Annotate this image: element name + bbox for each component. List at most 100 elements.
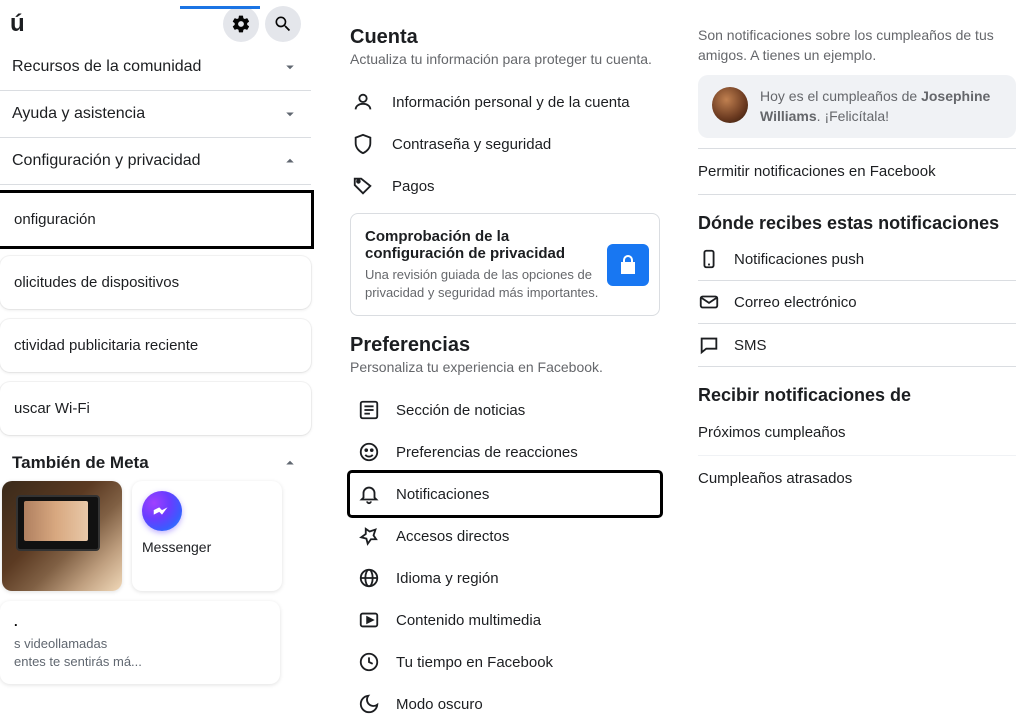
menu-label: Configuración y privacidad <box>12 152 201 170</box>
subitem-solicitudes-dispositivos[interactable]: olicitudes de dispositivos <box>0 256 311 309</box>
example-prefix: Hoy es el cumpleaños de <box>760 88 921 104</box>
promo-text: s videollamadas entes te sentirás má... <box>14 635 266 671</box>
page-title: ú <box>10 10 25 38</box>
privacy-check-card[interactable]: Comprobación de la configuración de priv… <box>350 213 660 316</box>
privacy-sub: Una revisión guiada de las opciones de p… <box>365 266 599 301</box>
account-heading: Cuenta <box>350 26 660 49</box>
menu-ayuda-asistencia[interactable]: Ayuda y asistencia <box>0 91 311 138</box>
card-label: uscar Wi-Fi <box>14 400 90 417</box>
channel-label: Notificaciones push <box>734 251 864 268</box>
row-modo-oscuro[interactable]: Modo oscuro <box>350 683 660 725</box>
section-label: También de Meta <box>12 453 149 473</box>
row-label: Modo oscuro <box>396 696 483 713</box>
pin-icon <box>358 525 380 547</box>
prefs-heading: Preferencias <box>350 334 660 357</box>
permit-notifications-row[interactable]: Permitir notificaciones en Facebook <box>698 148 1016 195</box>
row-pref-reacciones[interactable]: Preferencias de reacciones <box>350 431 660 473</box>
row-label: Notificaciones <box>396 486 489 503</box>
row-info-personal[interactable]: Información personal y de la cuenta <box>350 81 660 123</box>
left-header: ú <box>0 6 311 44</box>
receive-atrasados[interactable]: Cumpleaños atrasados <box>698 456 1016 501</box>
notif-description: Son notificaciones sobre los cumpleaños … <box>698 26 1016 65</box>
avatar <box>712 87 748 123</box>
row-idioma-region[interactable]: Idioma y región <box>350 557 660 599</box>
row-label: Accesos directos <box>396 528 509 545</box>
menu-recursos-comunidad[interactable]: Recursos de la comunidad <box>0 44 311 91</box>
menu-configuracion-privacidad[interactable]: Configuración y privacidad <box>0 138 311 185</box>
messenger-label: Messenger <box>142 539 211 555</box>
gear-icon <box>231 14 251 34</box>
row-label: Contenido multimedia <box>396 612 541 629</box>
right-panel: Son notificaciones sobre los cumpleaños … <box>680 0 1024 646</box>
sms-icon <box>698 334 720 356</box>
globe-icon <box>358 567 380 589</box>
subitem-buscar-wifi[interactable]: uscar Wi-Fi <box>0 382 311 435</box>
row-notificaciones[interactable]: Notificaciones <box>350 473 660 515</box>
row-tu-tiempo[interactable]: Tu tiempo en Facebook <box>350 641 660 683</box>
channel-push[interactable]: Notificaciones push <box>698 238 1016 281</box>
receive-label: Cumpleaños atrasados <box>698 470 852 487</box>
user-icon <box>350 91 376 113</box>
react-icon <box>358 441 380 463</box>
row-contrasena-seguridad[interactable]: Contraseña y seguridad <box>350 123 660 165</box>
row-pagos[interactable]: Pagos <box>350 165 660 207</box>
receive-heading: Recibir notificaciones de <box>698 385 1016 406</box>
subitem-configuracion[interactable]: onfiguración <box>0 193 311 246</box>
channel-label: Correo electrónico <box>734 294 857 311</box>
privacy-title: Comprobación de la configuración de priv… <box>365 228 599 262</box>
row-label: Idioma y región <box>396 570 499 587</box>
chevron-down-icon <box>281 105 299 123</box>
chevron-down-icon <box>281 58 299 76</box>
row-label: Tu tiempo en Facebook <box>396 654 553 671</box>
account-sub: Actualiza tu información para proteger t… <box>350 51 660 67</box>
section-tambien-meta[interactable]: También de Meta <box>0 435 311 481</box>
example-text: Hoy es el cumpleaños de Josephine Willia… <box>760 87 1002 126</box>
meta-apps-row: Messenger <box>0 481 311 591</box>
channel-sms[interactable]: SMS <box>698 324 1016 367</box>
tag-icon <box>350 175 376 197</box>
row-seccion-noticias[interactable]: Sección de noticias <box>350 389 660 431</box>
receive-proximos[interactable]: Próximos cumpleaños <box>698 410 1016 456</box>
truncated-promo[interactable]: . s videollamadas entes te sentirás má..… <box>0 601 280 684</box>
receive-label: Próximos cumpleaños <box>698 424 846 441</box>
messenger-icon <box>142 491 182 531</box>
row-contenido-multimedia[interactable]: Contenido multimedia <box>350 599 660 641</box>
media-icon <box>358 609 380 631</box>
portal-photo <box>2 481 122 591</box>
search-icon <box>273 14 293 34</box>
clock-icon <box>358 651 380 673</box>
row-label: Sección de noticias <box>396 402 525 419</box>
header-actions <box>223 6 301 42</box>
row-label: Pagos <box>392 178 435 195</box>
birthday-example: Hoy es el cumpleaños de Josephine Willia… <box>698 75 1016 138</box>
push-icon <box>698 248 720 270</box>
row-label: Contraseña y seguridad <box>392 136 551 153</box>
row-accesos-directos[interactable]: Accesos directos <box>350 515 660 557</box>
menu-label: Recursos de la comunidad <box>12 58 201 76</box>
channel-email[interactable]: Correo electrónico <box>698 281 1016 324</box>
where-heading: Dónde recibes estas notificaciones <box>698 213 1016 234</box>
mail-icon <box>698 291 720 313</box>
chevron-up-icon <box>281 454 299 472</box>
config-subitems: onfiguración olicitudes de dispositivos … <box>0 185 311 435</box>
example-suffix: . ¡Felicítala! <box>817 108 889 124</box>
portal-card[interactable] <box>2 481 122 591</box>
promo-dot: . <box>14 613 266 631</box>
row-label: Información personal y de la cuenta <box>392 94 630 111</box>
prefs-sub: Personaliza tu experiencia en Facebook. <box>350 359 660 375</box>
card-label: onfiguración <box>14 211 96 228</box>
row-label: Preferencias de reacciones <box>396 444 578 461</box>
lock-icon <box>607 244 649 286</box>
center-panel: Cuenta Actualiza tu información para pro… <box>320 0 680 646</box>
search-button[interactable] <box>265 6 301 42</box>
chevron-up-icon <box>281 152 299 170</box>
card-label: ctividad publicitaria reciente <box>14 337 198 354</box>
settings-gear-button[interactable] <box>223 6 259 42</box>
messenger-card[interactable]: Messenger <box>132 481 282 591</box>
permit-label: Permitir notificaciones en Facebook <box>698 163 936 180</box>
subitem-actividad-publicitaria[interactable]: ctividad publicitaria reciente <box>0 319 311 372</box>
menu-label: Ayuda y asistencia <box>12 105 145 123</box>
card-label: olicitudes de dispositivos <box>14 274 179 291</box>
feed-icon <box>358 399 380 421</box>
moon-icon <box>358 693 380 715</box>
